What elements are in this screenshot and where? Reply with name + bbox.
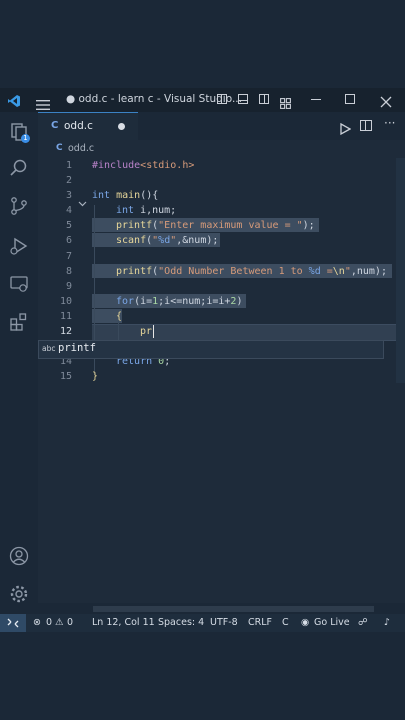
customize-layout-icon[interactable] xyxy=(280,94,291,109)
suggestion-item-printf[interactable]: printf xyxy=(58,342,96,354)
line-endings[interactable]: CRLF xyxy=(248,617,272,628)
warning-count[interactable]: 0 xyxy=(67,617,73,628)
line-number: 2 xyxy=(65,175,72,186)
breadcrumb-file[interactable]: odd.c xyxy=(68,143,94,154)
code-line-5: printf("Enter maximum value = "); xyxy=(116,220,315,231)
error-icon[interactable]: ⊗ xyxy=(33,617,41,628)
line-number: 4 xyxy=(65,205,72,216)
line-number: 5 xyxy=(65,220,72,231)
line-number: 10 xyxy=(59,296,72,307)
line-number: 9 xyxy=(65,281,72,292)
extensions-icon[interactable] xyxy=(9,312,29,332)
warning-icon[interactable]: ⚠ xyxy=(55,617,64,628)
broadcast-icon[interactable]: ◉ xyxy=(301,617,309,628)
current-line-highlight xyxy=(92,324,405,341)
code-line-12: pr xyxy=(140,326,153,337)
menu-icon[interactable] xyxy=(36,95,50,110)
search-icon[interactable] xyxy=(9,158,29,178)
title-bar: ● odd.c - learn c - Visual Studio... xyxy=(0,88,405,112)
toggle-panel-icon[interactable] xyxy=(238,94,248,104)
status-bar: ⊗ 0 ⚠ 0 Ln 12, Col 11 Spaces: 4 UTF-8 CR… xyxy=(0,614,405,632)
settings-gear-icon[interactable] xyxy=(9,584,29,604)
code-line-11: { xyxy=(116,311,123,322)
line-number: 6 xyxy=(65,235,72,246)
code-line-15: } xyxy=(92,371,99,382)
line-number: 8 xyxy=(65,266,72,277)
suggestion-kind-icon: abc xyxy=(42,344,56,353)
c-file-icon: C xyxy=(51,120,59,131)
editor-tab-bar: C odd.c ··· xyxy=(38,112,405,141)
indentation[interactable]: Spaces: 4 xyxy=(158,617,204,628)
go-live-button[interactable]: Go Live xyxy=(314,617,350,628)
error-count[interactable]: 0 xyxy=(46,617,52,628)
unsaved-dot-icon[interactable] xyxy=(118,123,125,130)
code-line-1: #include<stdio.h> xyxy=(92,160,195,171)
line-number: 3 xyxy=(65,190,72,201)
text-caret xyxy=(153,325,155,338)
source-control-icon[interactable] xyxy=(9,196,29,216)
remote-indicator[interactable] xyxy=(0,614,26,632)
run-icon[interactable] xyxy=(339,120,352,136)
code-line-10: for(i=1;i<=num;i=i+2) xyxy=(116,296,243,307)
code-line-4: int i,num; xyxy=(116,205,177,216)
account-icon[interactable] xyxy=(9,546,29,566)
encoding[interactable]: UTF-8 xyxy=(210,617,238,628)
code-line-6: scanf("%d",&num); xyxy=(116,235,219,246)
explorer-icon[interactable]: 1 xyxy=(9,122,30,143)
indent-guide xyxy=(118,320,119,340)
breadcrumb-c-icon: C xyxy=(56,143,63,153)
line-number: 12 xyxy=(59,326,72,337)
breadcrumb[interactable]: C odd.c xyxy=(38,140,405,158)
suggestion-widget[interactable]: abc printf xyxy=(38,340,384,359)
run-debug-icon[interactable] xyxy=(9,236,29,256)
split-editor-icon[interactable] xyxy=(360,120,372,131)
remote-explorer-icon[interactable] xyxy=(9,274,29,294)
code-line-3: int main(){ xyxy=(92,190,159,201)
line-number: 7 xyxy=(65,251,72,262)
line-number: 11 xyxy=(59,311,72,322)
more-actions-icon[interactable]: ··· xyxy=(384,116,395,130)
activity-bar: 1 xyxy=(0,112,38,615)
notifications-bell-icon[interactable]: ♪ xyxy=(384,617,390,628)
tab-odd-c[interactable]: C odd.c xyxy=(38,112,138,141)
tab-label: odd.c xyxy=(64,120,93,132)
close-icon[interactable] xyxy=(380,93,392,108)
fold-chevron-icon[interactable] xyxy=(78,192,87,207)
explorer-badge: 1 xyxy=(21,134,30,143)
line-number: 1 xyxy=(65,160,72,171)
window-title: ● odd.c - learn c - Visual Studio... xyxy=(66,93,242,105)
code-line-8: printf("Odd Number Between 1 to %d =\n",… xyxy=(116,266,387,277)
vertical-scrollbar[interactable] xyxy=(396,158,405,383)
horizontal-scrollbar[interactable] xyxy=(93,606,374,612)
minimize-icon[interactable] xyxy=(311,99,321,101)
maximize-icon[interactable] xyxy=(345,94,355,104)
toggle-secondary-sidebar-icon[interactable] xyxy=(259,94,269,104)
feedback-icon[interactable]: ☍ xyxy=(358,617,368,628)
toggle-sidebar-icon[interactable] xyxy=(217,94,227,104)
line-number: 15 xyxy=(59,371,72,382)
cursor-position[interactable]: Ln 12, Col 11 xyxy=(92,617,155,628)
language-mode[interactable]: C xyxy=(282,617,289,628)
vscode-logo-icon[interactable] xyxy=(7,93,21,107)
